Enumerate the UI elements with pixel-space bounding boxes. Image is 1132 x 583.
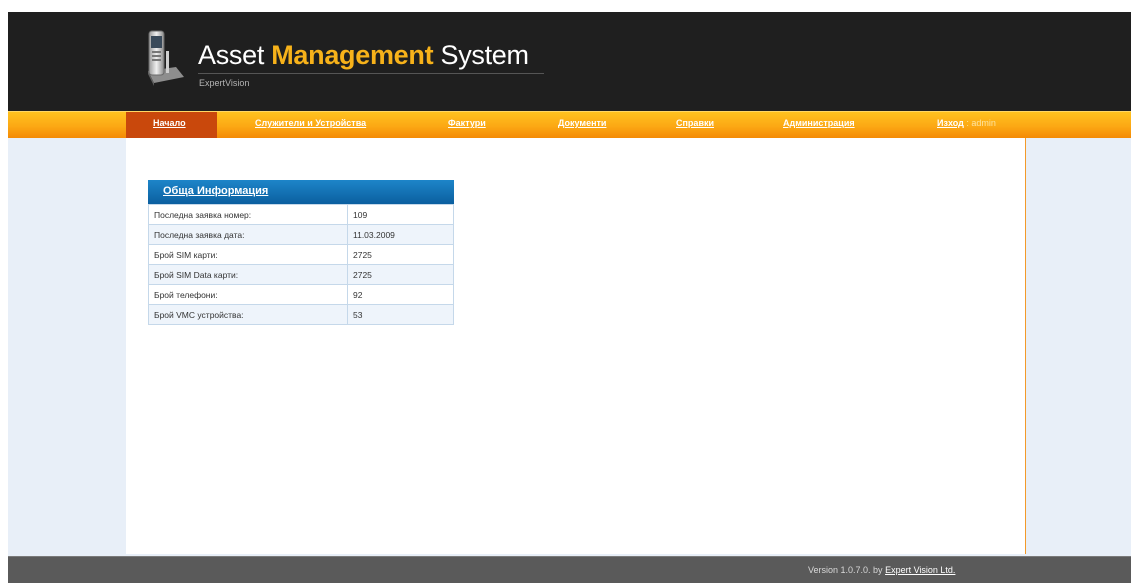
row-value: 53	[347, 304, 454, 325]
nav-item-documents[interactable]: Документи	[558, 118, 606, 128]
row-value: 109	[347, 204, 454, 225]
table-row: Брой VMC устройства: 53	[148, 304, 454, 325]
table-row: Брой SIM карти: 2725	[148, 244, 454, 265]
nav-item-invoices[interactable]: Фактури	[448, 118, 486, 128]
main-navigation: Начало Служители и Устройства Фактури До…	[8, 111, 1131, 138]
table-row: Последна заявка дата: 11.03.2009	[148, 224, 454, 245]
row-label: Последна заявка дата:	[148, 224, 348, 245]
general-info-header: Обща Информация	[148, 180, 454, 204]
footer: Version 1.0.7.0. by Expert Vision Ltd.	[8, 556, 1131, 583]
general-info-panel: Обща Информация Последна заявка номер: 1…	[148, 180, 454, 325]
logged-in-user: admin	[971, 118, 996, 128]
row-value: 92	[347, 284, 454, 305]
logout-link[interactable]: Изход	[937, 118, 964, 128]
title-divider	[198, 73, 544, 74]
nav-item-reports[interactable]: Справки	[676, 118, 714, 128]
row-label: Брой SIM Data карти:	[148, 264, 348, 285]
nav-item-home[interactable]: Начало	[126, 112, 217, 138]
mobile-device-logo-icon	[148, 30, 184, 86]
header: Asset Management System ExpertVision	[8, 12, 1131, 111]
nav-item-administration[interactable]: Администрация	[783, 118, 855, 128]
content-border	[1025, 138, 1026, 554]
table-row: Брой SIM Data карти: 2725	[148, 264, 454, 285]
row-label: Последна заявка номер:	[148, 204, 348, 225]
app-title-accent: Management	[271, 40, 434, 70]
version-text: Version 1.0.7.0. by	[808, 565, 886, 575]
row-value: 2725	[347, 264, 454, 285]
row-value: 2725	[347, 244, 454, 265]
nav-item-home-label[interactable]: Начало	[153, 118, 186, 128]
general-info-title[interactable]: Обща Информация	[163, 185, 268, 197]
row-label: Брой телефони:	[148, 284, 348, 305]
company-link[interactable]: Expert Vision Ltd.	[885, 565, 955, 575]
table-row: Брой телефони: 92	[148, 284, 454, 305]
version-info: Version 1.0.7.0. by Expert Vision Ltd.	[808, 565, 955, 575]
app-subtitle: ExpertVision	[199, 78, 250, 88]
general-info-table: Последна заявка номер: 109 Последна заяв…	[148, 204, 454, 325]
row-label: Брой SIM карти:	[148, 244, 348, 265]
table-row: Последна заявка номер: 109	[148, 204, 454, 225]
row-label: Брой VMC устройства:	[148, 304, 348, 325]
nav-item-employees-devices[interactable]: Служители и Устройства	[255, 118, 366, 128]
row-value: 11.03.2009	[347, 224, 454, 245]
logout-area: Изход : admin	[937, 118, 996, 128]
app-window: Asset Management System ExpertVision Нач…	[8, 12, 1131, 583]
app-title: Asset Management System	[198, 40, 529, 70]
